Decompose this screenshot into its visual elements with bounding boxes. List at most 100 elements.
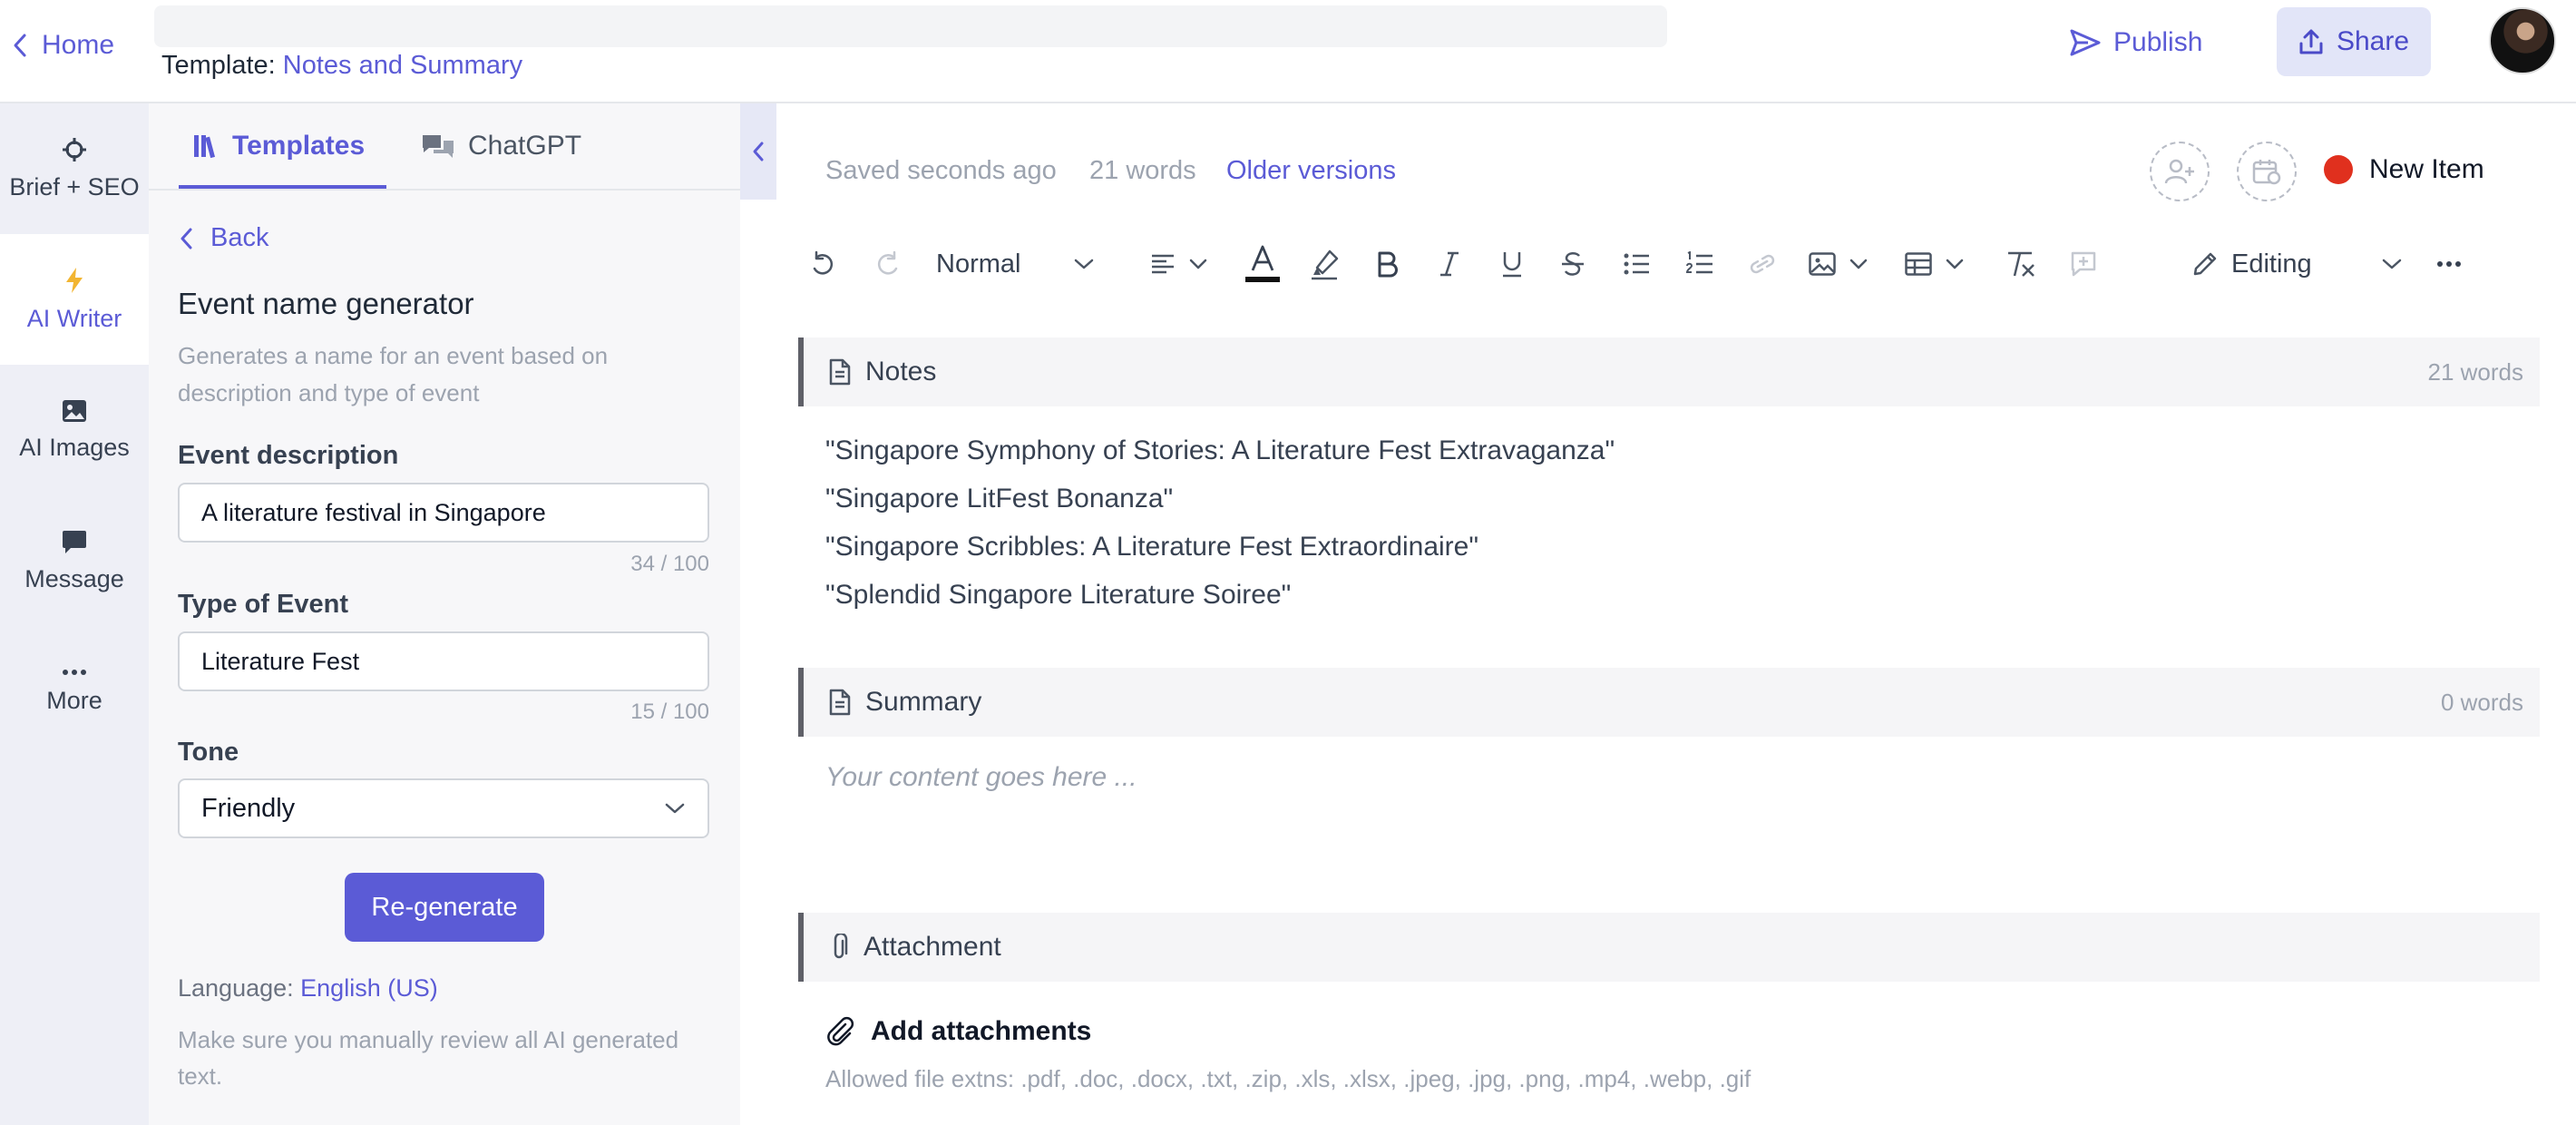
underline-button[interactable]	[1500, 241, 1524, 287]
editing-mode-select[interactable]: Editing	[2191, 241, 2403, 287]
chevron-down-icon	[2381, 257, 2403, 271]
chevron-down-icon	[1188, 258, 1208, 270]
summary-word-count: 0 words	[2440, 688, 2523, 716]
undo-button[interactable]	[809, 241, 836, 287]
more-options-button[interactable]	[2436, 241, 2462, 287]
document-title-input[interactable]	[154, 5, 1667, 47]
bullet-list-icon	[1624, 252, 1651, 276]
event-description-input[interactable]: A literature festival in Singapore	[178, 483, 709, 543]
share-button[interactable]: Share	[2277, 7, 2431, 76]
attachment-title: Attachment	[864, 932, 1001, 962]
back-link[interactable]: Back	[178, 223, 268, 253]
italic-button[interactable]	[1439, 241, 1460, 287]
underline-icon	[1500, 250, 1524, 278]
paperclip-icon	[825, 1016, 856, 1047]
library-icon	[192, 132, 220, 160]
template-name-link[interactable]: Notes and Summary	[283, 51, 522, 80]
rail-item-brief-seo[interactable]: Brief + SEO	[0, 103, 149, 234]
add-comment-icon	[2070, 250, 2097, 278]
attachment-section-header: Attachment	[798, 913, 2540, 982]
note-line[interactable]: "Singapore LitFest Bonanza"	[825, 484, 1173, 514]
template-indicator: Template: Notes and Summary	[161, 51, 522, 81]
chevron-left-icon	[11, 33, 29, 58]
generator-title: Event name generator	[178, 287, 474, 320]
rail-item-message[interactable]: Message	[0, 495, 149, 626]
align-dropdown[interactable]	[1150, 241, 1208, 287]
font-color-button[interactable]	[1244, 241, 1281, 287]
text-style-value: Normal	[936, 249, 1021, 279]
status-label: New Item	[2369, 154, 2484, 184]
tone-select[interactable]: Friendly	[178, 778, 709, 838]
event-type-input[interactable]: Literature Fest	[178, 631, 709, 691]
rail-item-ai-images[interactable]: AI Images	[0, 365, 149, 495]
rail-label: Brief + SEO	[9, 172, 140, 201]
rail-item-ai-writer[interactable]: AI Writer	[0, 234, 149, 365]
collapse-panel-button[interactable]	[740, 103, 776, 200]
active-tab-indicator	[179, 185, 386, 189]
event-description-counter: 34 / 100	[630, 552, 709, 576]
calendar-icon	[2252, 158, 2281, 185]
back-label: Back	[210, 223, 269, 252]
review-note: Make sure you manually review all AI gen…	[178, 1026, 679, 1090]
add-attachments-button[interactable]: Add attachments	[825, 1016, 1091, 1047]
strikethrough-button[interactable]	[1560, 241, 1586, 287]
chevron-left-icon	[178, 226, 194, 251]
strikethrough-icon	[1560, 250, 1586, 278]
clear-format-icon	[2005, 250, 2037, 278]
chat-bubbles-icon	[421, 132, 455, 160]
font-color-icon	[1244, 243, 1281, 285]
regenerate-button[interactable]: Re-generate	[345, 873, 544, 942]
note-line[interactable]: "Singapore Scribbles: A Literature Fest …	[825, 532, 1478, 562]
comment-button[interactable]	[2070, 241, 2097, 287]
rail-label: AI Images	[19, 433, 130, 461]
word-count: 21 words	[1089, 156, 1196, 185]
status-dot	[2324, 155, 2353, 184]
redo-button[interactable]	[874, 241, 902, 287]
language-setting: Language: English (US)	[178, 974, 438, 1003]
italic-icon	[1439, 250, 1460, 278]
assign-user-button[interactable]	[2150, 142, 2210, 201]
highlight-button[interactable]	[1308, 241, 1341, 287]
chevron-down-icon	[1073, 257, 1095, 271]
target-icon	[62, 137, 87, 162]
more-dots-icon	[2436, 260, 2462, 268]
undo-icon	[809, 250, 836, 278]
user-avatar[interactable]	[2489, 7, 2556, 74]
template-prefix: Template:	[161, 51, 276, 80]
home-link[interactable]: Home	[11, 25, 114, 65]
clear-formatting-button[interactable]	[2005, 241, 2037, 287]
numbered-list-button[interactable]	[1685, 241, 1714, 287]
allowed-extensions: Allowed file extns: .pdf, .doc, .docx, .…	[825, 1065, 1751, 1092]
status-dropdown[interactable]: New Item	[2324, 154, 2484, 185]
editing-label: Editing	[2231, 249, 2312, 279]
event-type-counter: 15 / 100	[630, 699, 709, 724]
bullet-list-button[interactable]	[1624, 241, 1651, 287]
add-user-icon	[2164, 158, 2195, 185]
bold-button[interactable]	[1375, 241, 1399, 287]
chevron-down-icon	[664, 801, 686, 816]
note-line[interactable]: "Splendid Singapore Literature Soiree"	[825, 580, 1291, 611]
tone-value: Friendly	[201, 793, 296, 823]
document-icon	[829, 689, 851, 716]
event-description-label: Event description	[178, 441, 399, 470]
generator-description: Generates a name for an event based on d…	[178, 342, 609, 406]
older-versions-link[interactable]: Older versions	[1226, 156, 1396, 186]
link-button[interactable]	[1747, 241, 1778, 287]
summary-section-header: Summary 0 words	[798, 668, 2540, 737]
publish-button[interactable]: Publish	[2070, 22, 2202, 64]
tab-chatgpt[interactable]: ChatGPT	[421, 131, 581, 161]
lightning-icon	[64, 267, 84, 294]
bold-icon	[1375, 250, 1399, 278]
summary-editor[interactable]: Your content goes here ...	[825, 762, 1137, 793]
home-label: Home	[42, 30, 115, 60]
language-link[interactable]: English (US)	[300, 974, 438, 1002]
insert-image-dropdown[interactable]	[1809, 241, 1869, 287]
schedule-button[interactable]	[2237, 142, 2297, 201]
rail-item-more[interactable]: More	[0, 626, 149, 757]
text-style-select[interactable]: Normal	[936, 241, 1095, 287]
insert-table-dropdown[interactable]	[1905, 241, 1965, 287]
upload-icon	[2298, 28, 2324, 55]
tab-templates[interactable]: Templates	[192, 131, 365, 161]
saved-status: Saved seconds ago	[825, 156, 1057, 185]
note-line[interactable]: "Singapore Symphony of Stories: A Litera…	[825, 435, 1615, 466]
